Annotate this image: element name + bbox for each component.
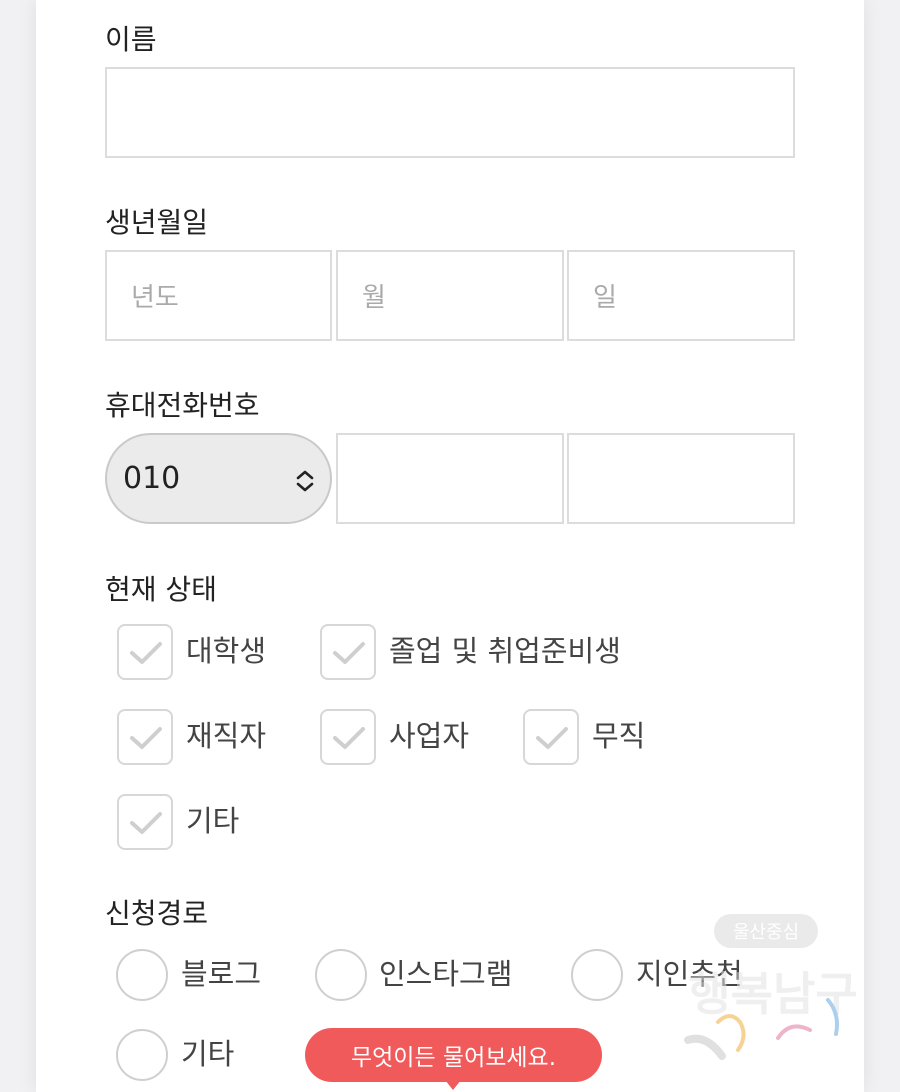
ask-bubble-tail [445, 1080, 461, 1090]
status-checkbox-other[interactable] [117, 794, 173, 850]
ask-anything-button[interactable]: 무엇이든 물어보세요. [305, 1028, 602, 1082]
status-checkbox-graduate[interactable] [320, 624, 376, 680]
phone-prefix-value: 010 [123, 461, 181, 496]
birth-label: 생년월일 [105, 206, 209, 239]
namgu-logo: 울산중심 행복남구 [684, 914, 858, 1060]
source-label: 신청경로 [105, 897, 209, 930]
check-icon [333, 642, 365, 664]
check-icon [536, 727, 568, 749]
birth-month-input[interactable]: 월 [336, 250, 564, 341]
name-input[interactable] [105, 67, 795, 158]
name-label: 이름 [105, 23, 157, 56]
status-label-other: 기타 [186, 804, 240, 838]
ask-anything-label: 무엇이든 물어보세요. [350, 1045, 557, 1071]
check-icon [130, 642, 162, 664]
source-radio-referral[interactable] [571, 949, 623, 1001]
phone-label: 휴대전화번호 [105, 389, 260, 422]
source-label-other: 기타 [181, 1037, 235, 1071]
check-icon [333, 727, 365, 749]
phone-last-input[interactable] [567, 433, 795, 524]
status-label-unemployed: 무직 [592, 719, 646, 753]
source-radio-blog[interactable] [116, 949, 168, 1001]
status-checkbox-business[interactable] [320, 709, 376, 765]
phone-prefix-select[interactable]: 010 [105, 433, 332, 524]
source-label-instagram: 인스타그램 [379, 957, 513, 991]
birth-year-input[interactable]: 년도 [105, 250, 332, 341]
birth-day-input[interactable]: 일 [567, 250, 795, 341]
status-checkbox-unemployed[interactable] [523, 709, 579, 765]
check-icon [130, 812, 162, 834]
phone-middle-input[interactable] [336, 433, 564, 524]
logo-top-text: 울산중심 [733, 922, 799, 943]
check-icon [130, 727, 162, 749]
logo-main-text: 행복남구 [688, 967, 857, 1021]
chevron-updown-icon [296, 470, 314, 492]
source-radio-instagram[interactable] [315, 949, 367, 1001]
status-label: 현재 상태 [105, 573, 217, 606]
source-radio-other[interactable] [116, 1029, 168, 1081]
status-label-business: 사업자 [389, 719, 470, 753]
source-label-blog: 블로그 [181, 957, 262, 991]
status-label-university: 대학생 [186, 634, 267, 668]
status-label-graduate: 졸업 및 취업준비생 [389, 634, 621, 668]
status-checkbox-employed[interactable] [117, 709, 173, 765]
status-checkbox-university[interactable] [117, 624, 173, 680]
status-label-employed: 재직자 [186, 719, 267, 753]
